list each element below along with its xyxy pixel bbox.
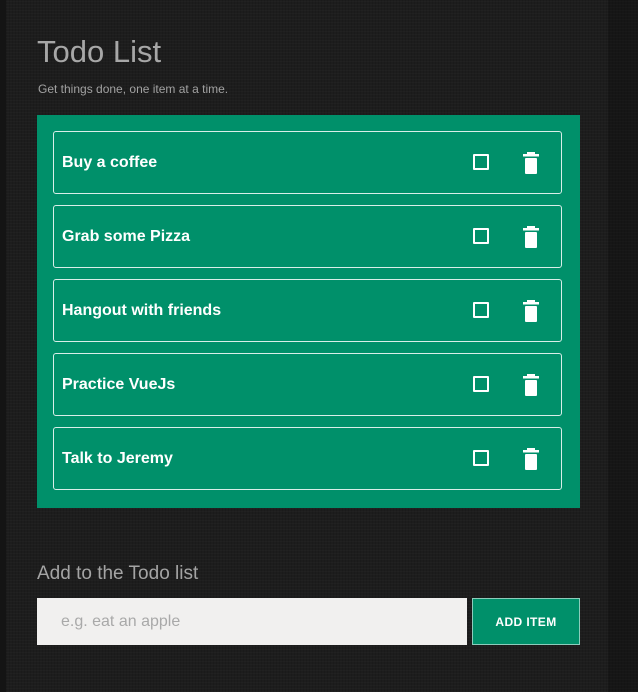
new-todo-input[interactable]: [37, 598, 467, 645]
todo-item: Grab some Pizza: [53, 205, 562, 268]
todo-item: Hangout with friends: [53, 279, 562, 342]
checkbox-icon[interactable]: [473, 450, 489, 466]
todo-item: Practice VueJs: [53, 353, 562, 416]
todo-list-panel: Buy a coffee Grab some Pizza Hangout wit…: [37, 115, 580, 508]
todo-item: Talk to Jeremy: [53, 427, 562, 490]
trash-icon[interactable]: [521, 300, 541, 322]
checkbox-icon[interactable]: [473, 302, 489, 318]
trash-icon[interactable]: [521, 226, 541, 248]
todo-item: Buy a coffee: [53, 131, 562, 194]
add-todo-heading: Add to the Todo list: [37, 563, 199, 584]
checkbox-icon[interactable]: [473, 154, 489, 170]
todo-item-label: Practice VueJs: [62, 376, 176, 393]
trash-icon[interactable]: [521, 152, 541, 174]
left-edge: [0, 0, 6, 692]
trash-icon[interactable]: [521, 448, 541, 470]
todo-item-label: Grab some Pizza: [62, 228, 191, 245]
trash-icon[interactable]: [521, 374, 541, 396]
page-title: Todo List: [37, 34, 162, 69]
todo-item-label: Buy a coffee: [62, 154, 158, 171]
todo-item-label: Hangout with friends: [62, 302, 222, 319]
add-item-button[interactable]: ADD ITEM: [472, 598, 580, 645]
right-edge-shade: [608, 0, 638, 692]
todo-item-label: Talk to Jeremy: [62, 450, 173, 467]
page-subtitle: Get things done, one item at a time.: [38, 82, 229, 96]
checkbox-icon[interactable]: [473, 228, 489, 244]
checkbox-icon[interactable]: [473, 376, 489, 392]
